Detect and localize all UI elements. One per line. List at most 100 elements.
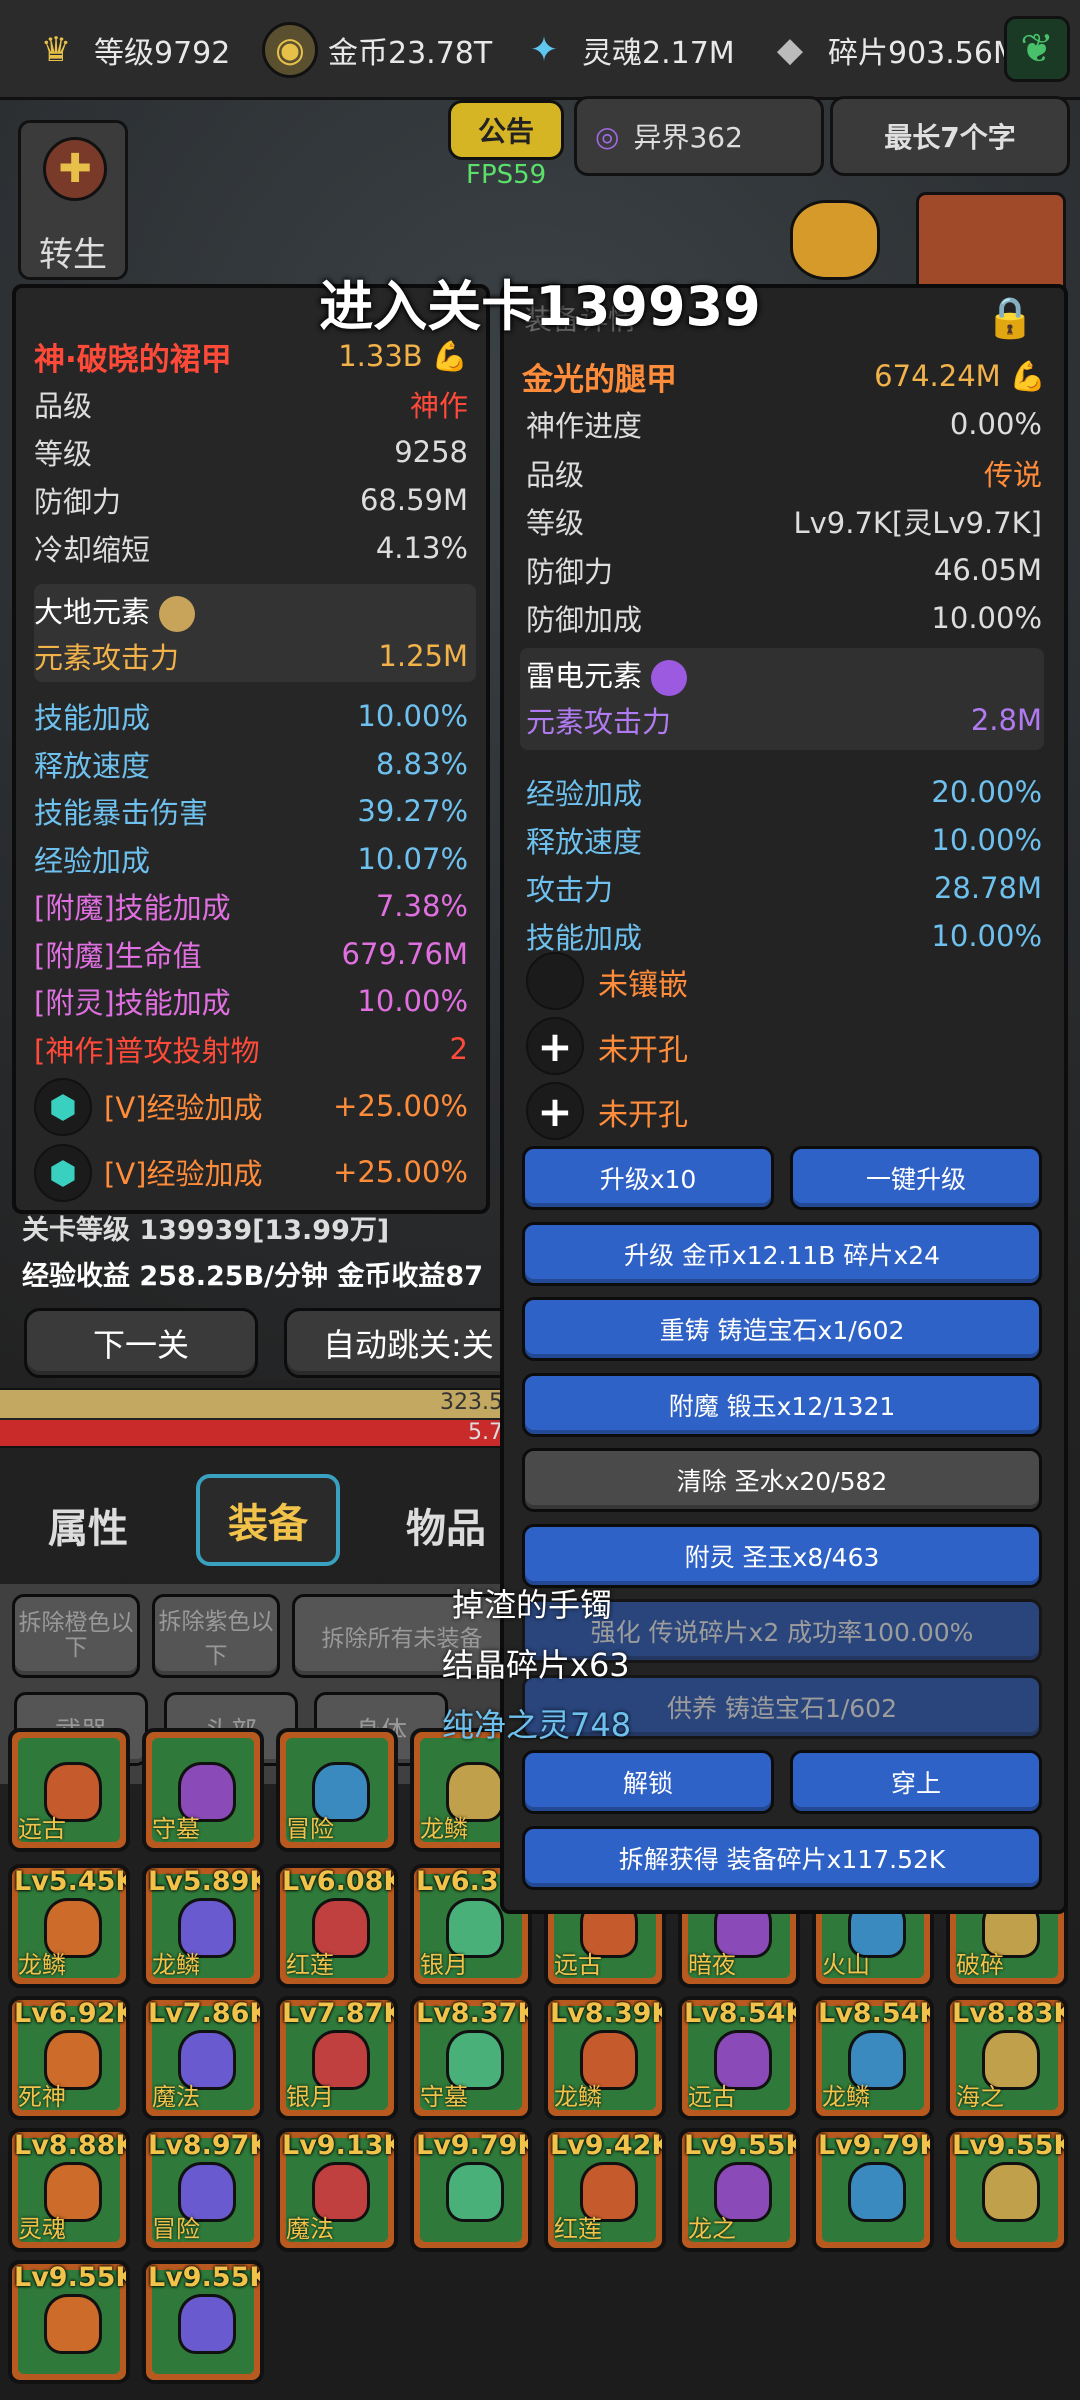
dismantle-purple-button[interactable]: 拆除紫色以下 (152, 1594, 280, 1678)
slot-level: Lv9.55K (952, 2130, 1068, 2161)
tab-items[interactable]: 物品 (406, 1496, 486, 1554)
plus-icon[interactable]: + (526, 1082, 584, 1140)
dismantle-orange-button[interactable]: 拆除橙色以下 (12, 1594, 140, 1678)
notice-button[interactable]: 公告 (448, 100, 564, 160)
tab-equipment[interactable]: 装备 (196, 1474, 340, 1566)
inventory-slot[interactable]: Lv8.54K 远古 (678, 1996, 800, 2120)
detail-stat-row-label: 等级 (526, 506, 585, 540)
inventory-slot[interactable]: Lv9.42K 红莲 (544, 2128, 666, 2252)
socket-label: 未开孔 (598, 1098, 688, 1133)
slot-set-name: 红莲 (286, 1951, 334, 1979)
slot-set-name: 龙鳞 (554, 2083, 602, 2111)
game-screen: ♛ 等级9792 ◉ 金币23.78T ✦ 灵魂2.17M ◆ 碎片903.56M ❦ … (0, 0, 1080, 2400)
bonus-row: [附魔]技能加成 7.38% (16, 882, 486, 930)
unlock-button[interactable]: 解锁 (522, 1750, 774, 1814)
slot-level: Lv6.92K (14, 1998, 130, 2029)
inventory-slot[interactable]: 冒险 (276, 1728, 398, 1852)
inventory-slot[interactable]: Lv8.88K 灵魂 (8, 2128, 130, 2252)
slot-level: Lv8.37K (416, 1998, 532, 2029)
dismantle-button[interactable]: 拆解获得 装备碎片x117.52K (522, 1825, 1042, 1890)
inventory-slot[interactable]: Lv9.79K (410, 2128, 532, 2252)
slot-set-name: 死神 (18, 2083, 66, 2111)
rebirth-icon: ✚ (43, 137, 107, 201)
bonus-row-label: [附魔]技能加成 (34, 891, 231, 925)
spirit-button[interactable]: 附灵 圣玉x8/463 (522, 1523, 1042, 1588)
hp-bar: 5.7 (0, 1420, 520, 1448)
title-button[interactable]: 最长7个字 (830, 96, 1070, 176)
equipment-icon (982, 2162, 1040, 2222)
bonus-row: 经验加成 10.07% (16, 835, 486, 883)
clear-button[interactable]: 清除 圣水x20/582 (522, 1448, 1042, 1512)
inventory-slot[interactable]: Lv5.45K 龙鳞 (8, 1864, 130, 1988)
equipped-item-card: 神·破晓的裙甲 1.33B 💪 品级 神作 等级 9258 防御力 68.59M 冷却缩短 4… (12, 284, 490, 1214)
slot-set-name: 火山 (822, 1951, 870, 1979)
slot-set-name: 远古 (554, 1951, 602, 1979)
inventory-slot[interactable]: Lv9.55K (946, 2128, 1068, 2252)
slot-level: Lv8.88K (14, 2130, 130, 2161)
soul-resource: ✦ 灵魂2.17M (516, 18, 735, 82)
stage-banner: 进入关卡139939 (319, 275, 761, 338)
detail-bonus-row-label: 经验加成 (526, 777, 643, 811)
inventory-slot[interactable]: Lv8.97K 冒险 (142, 2128, 264, 2252)
portal-icon: ◎ (595, 119, 620, 153)
empty-socket-icon[interactable] (526, 952, 584, 1010)
slot-set-name: 龙鳞 (420, 1815, 468, 1843)
detail-bonus-row-value: 10.00% (931, 919, 1042, 953)
inventory-slot[interactable]: Lv8.37K 守墓 (410, 1996, 532, 2120)
bonus-row: 释放速度 8.83% (16, 740, 486, 788)
auto-skip-button[interactable]: 自动跳关:关 (284, 1308, 518, 1378)
gem-row: [V]经验加成 +25.00% (104, 1089, 468, 1125)
slot-set-name: 远古 (688, 2083, 736, 2111)
muscle-icon: 💪 (1009, 358, 1046, 393)
stat-row: 防御力 68.59M (16, 476, 486, 524)
detail-stat-row-label: 品级 (526, 457, 585, 492)
slot-level: Lv8.97K (148, 2130, 264, 2161)
one-click-upgrade-button[interactable]: 一键升级 (790, 1146, 1042, 1210)
inventory-slot[interactable]: Lv5.89K 龙鳞 (142, 1864, 264, 1988)
income-text: 经验收益 258.25B/分钟 金币收益87 (22, 1261, 484, 1292)
detail-bonus-row-value: 20.00% (931, 775, 1042, 809)
enchant-button[interactable]: 附魔 锻玉x12/1321 (522, 1372, 1042, 1437)
slot-set-name: 冒险 (152, 2215, 200, 2243)
equipment-icon (446, 2162, 504, 2222)
inventory-slot[interactable]: 守墓 (142, 1728, 264, 1852)
reforge-button[interactable]: 重铸 铸造宝石x1/602 (522, 1297, 1042, 1361)
bonus-row: [附魔]生命值 679.76M (16, 930, 486, 978)
leaf-menu-icon[interactable]: ❦ (1004, 16, 1070, 82)
detail-bonus-row: 技能加成 10.00% (500, 912, 1068, 960)
slot-set-name: 守墓 (152, 1815, 200, 1843)
otherworld-button[interactable]: ◎ 异界362 (574, 96, 824, 176)
inventory-slot[interactable]: Lv9.79K (812, 2128, 934, 2252)
inventory-slot[interactable]: Lv9.13K 魔法 (276, 2128, 398, 2252)
stat-row: 等级 9258 (16, 428, 486, 476)
inventory-slot[interactable]: Lv6.92K 死神 (8, 1996, 130, 2120)
inventory-slot[interactable]: Lv8.83K 海之 (946, 1996, 1068, 2120)
inventory-slot[interactable]: Lv7.87K 银月 (276, 1996, 398, 2120)
stat-row-label: 冷却缩短 (34, 533, 151, 567)
inventory-slot[interactable]: 远古 (8, 1728, 130, 1852)
rebirth-button[interactable]: ✚ 转生 (18, 120, 128, 280)
inventory-slot[interactable]: Lv9.55K 龙之 (678, 2128, 800, 2252)
inventory-slot[interactable]: Lv6.08K 红莲 (276, 1864, 398, 1988)
next-stage-button[interactable]: 下一关 (24, 1308, 258, 1378)
inventory-slot[interactable]: Lv9.55K (142, 2260, 264, 2384)
shard-icon: ◆ (776, 30, 804, 70)
inventory-slot[interactable]: Lv8.39K 龙鳞 (544, 1996, 666, 2120)
detail-stat-row-label: 神作进度 (526, 409, 643, 443)
stat-row: 冷却缩短 4.13% (16, 524, 486, 572)
inventory-slot[interactable]: Lv9.55K (8, 2260, 130, 2384)
slot-set-name: 魔法 (286, 2215, 334, 2243)
slot-set-name: 红莲 (554, 2215, 602, 2243)
equip-button[interactable]: 穿上 (790, 1750, 1042, 1814)
slot-set-name: 龙鳞 (822, 2083, 870, 2111)
inventory-slot[interactable]: Lv8.54K 龙鳞 (812, 1996, 934, 2120)
plus-icon[interactable]: + (526, 1017, 584, 1075)
upgrade-x10-button[interactable]: 升级x10 (522, 1146, 774, 1210)
inventory-slot[interactable]: Lv7.86K 魔法 (142, 1996, 264, 2120)
bonus-row-value: 39.27% (357, 794, 468, 828)
detail-stat-row-value: 46.05M (933, 552, 1042, 587)
upgrade-button[interactable]: 升级 金币x12.11B 碎片x24 (522, 1221, 1042, 1286)
socket-label: 未开孔 (598, 1033, 688, 1068)
detail-item-name: 金光的腿甲 (522, 361, 677, 398)
tab-attributes[interactable]: 属性 (48, 1496, 128, 1554)
